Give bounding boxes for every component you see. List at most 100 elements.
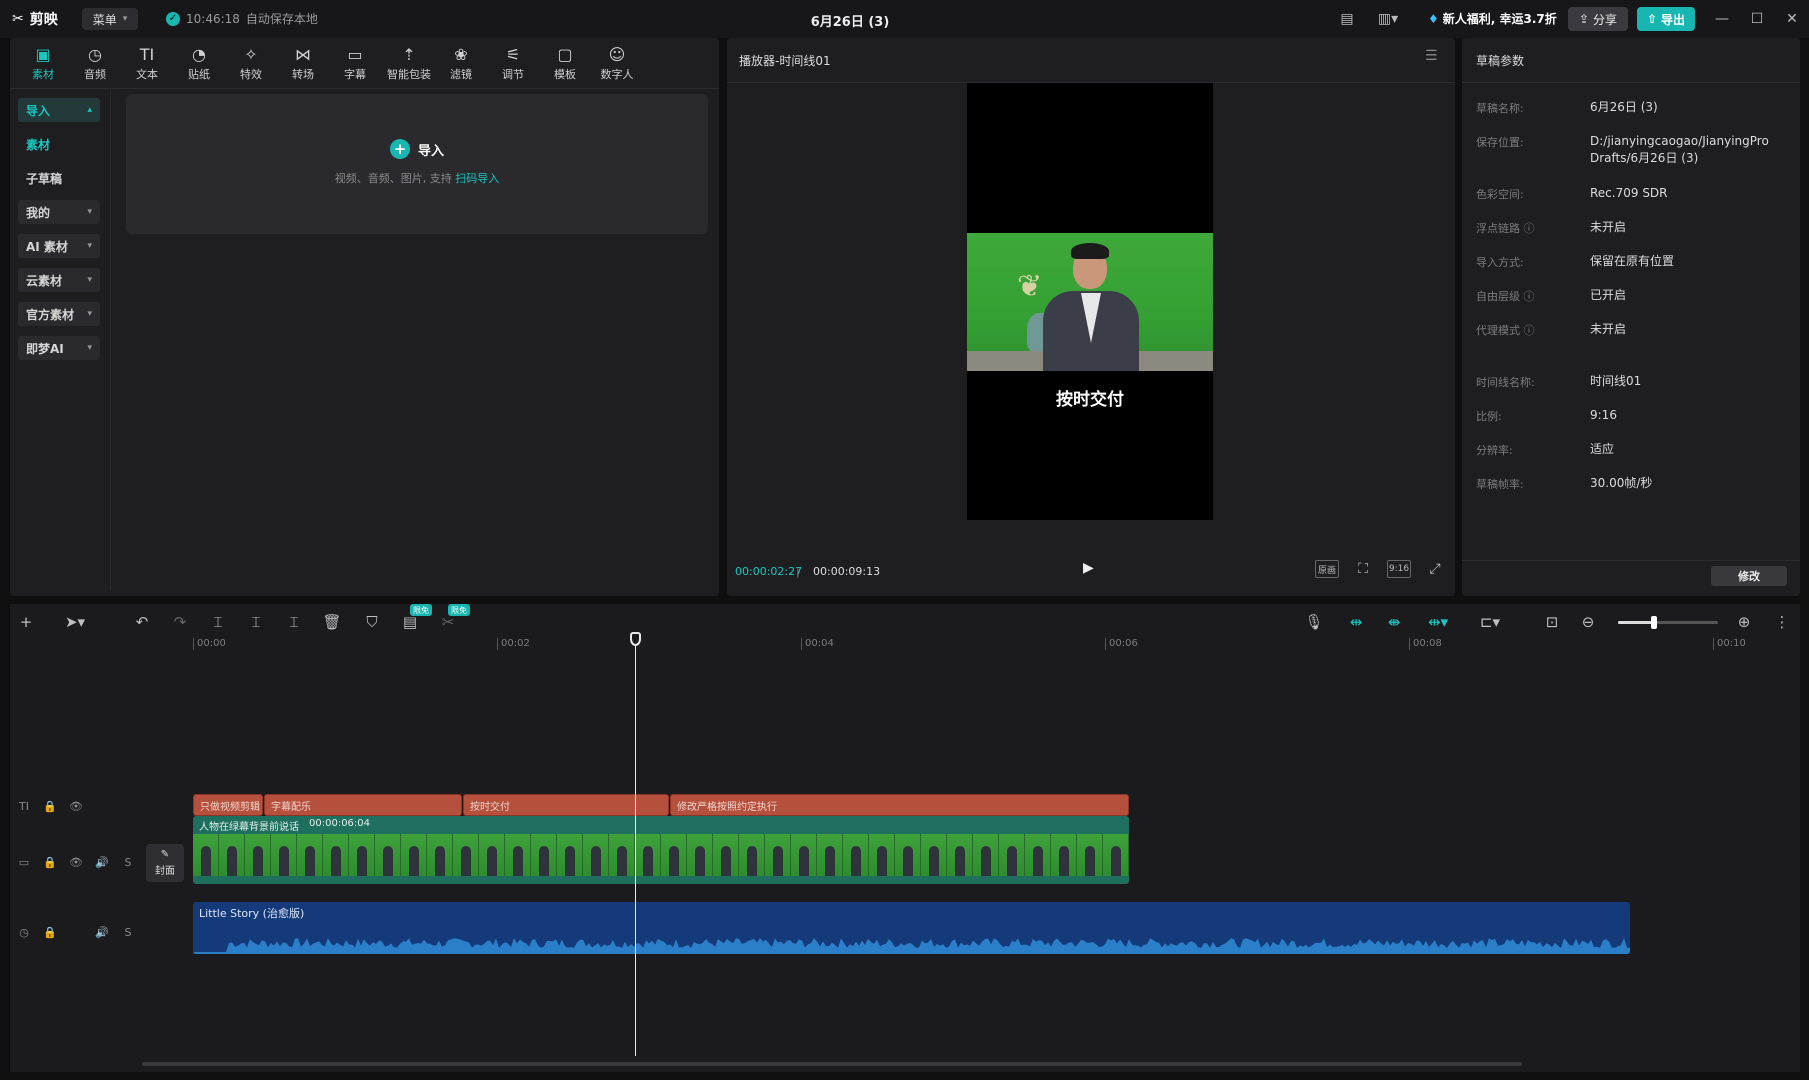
zoom-slider[interactable] — [1618, 616, 1718, 629]
tab-label: 调节 — [502, 67, 524, 81]
marker-icon[interactable]: ⛉ — [360, 610, 384, 634]
fullscreen-icon[interactable]: ⤢ — [1423, 560, 1447, 578]
lock-icon[interactable]: 🔒 — [42, 924, 58, 940]
tab-media[interactable]: ▣ 素材 — [20, 44, 66, 84]
ratio-button[interactable]: 9:16 — [1387, 560, 1411, 578]
add-track-icon[interactable]: + — [14, 610, 38, 634]
video-frame-image: ❦ — [967, 233, 1213, 371]
play-icon[interactable]: ▶ — [1083, 560, 1099, 580]
lock-icon[interactable]: 🔒 — [42, 798, 58, 814]
tab-audio[interactable]: ◷ 音频 — [72, 44, 118, 84]
info-icon[interactable]: ⓘ — [1524, 324, 1535, 337]
split-left-icon[interactable]: ⌶ — [244, 610, 268, 634]
promo-banner[interactable]: ♦ 新人福利, 幸运3.7折 — [1428, 10, 1557, 27]
nav-import[interactable]: 导入 ▴ — [18, 98, 100, 122]
tab-digital-human[interactable]: ☺ 数字人 — [594, 44, 640, 84]
solo-icon[interactable]: S — [120, 924, 136, 940]
playhead[interactable] — [635, 636, 636, 1056]
ruler-tick: 00:06 — [1105, 638, 1138, 650]
text-clip[interactable]: 字幕配乐 — [264, 794, 462, 816]
nav-label: 子草稿 — [26, 171, 63, 186]
delete-icon[interactable]: 🗑 — [320, 610, 344, 634]
nav-official-media[interactable]: 官方素材 ▾ — [18, 302, 100, 326]
video-thumbnail — [505, 834, 531, 876]
zoom-slider-fill — [1618, 621, 1654, 624]
export-button[interactable]: ⇧ 导出 — [1637, 7, 1695, 31]
info-icon[interactable]: ⓘ — [1524, 222, 1535, 235]
param-value: Rec.709 SDR — [1590, 186, 1668, 200]
main-track-magnet-icon[interactable]: ⇹ — [1344, 610, 1368, 634]
nav-media[interactable]: 素材 — [18, 132, 100, 156]
video-clip[interactable]: 人物在绿幕背景前说话 00:00:06:04 — [193, 816, 1129, 884]
timeline-panel: + ➤▾ ↶ ↷ ⌶ ⌶ ⌶ 🗑 ⛉ ▤ 限免 ✂ 限免 🎙 ⇹ ⇼ ⇹▾ ⊏▾… — [10, 604, 1800, 1072]
volume-icon[interactable]: 🔊 — [94, 854, 110, 870]
split-right-icon[interactable]: ⌶ — [282, 610, 306, 634]
nav-label: 即梦AI — [26, 341, 64, 356]
tab-smart-pack[interactable]: ⇡ 智能包装 — [382, 44, 436, 84]
eye-icon[interactable]: 👁 — [68, 854, 84, 870]
zoom-slider-handle[interactable] — [1651, 616, 1657, 629]
share-icon: ⇪ — [1578, 12, 1590, 26]
menu-icon[interactable]: ☰ — [1425, 48, 1438, 64]
tab-adjust[interactable]: ⚟ 调节 — [490, 44, 536, 84]
text-clip[interactable]: 只做视频剪辑 — [193, 794, 263, 816]
playhead-handle[interactable] — [630, 632, 641, 646]
video-preview[interactable]: ❦ 按时交付 — [967, 83, 1213, 520]
text-clip[interactable]: 修改严格按照约定执行 — [670, 794, 1129, 816]
info-icon[interactable]: ⓘ — [1524, 290, 1535, 303]
import-dropzone[interactable]: + 导入 视频、音频、图片, 支持 扫码导入 — [126, 94, 708, 234]
video-thumbnail — [427, 834, 453, 876]
volume-icon[interactable]: 🔊 — [94, 924, 110, 940]
tab-template[interactable]: ▢ 模板 — [542, 44, 588, 84]
tab-filter[interactable]: ❀ 滤镜 — [438, 44, 484, 84]
video-thumbnail — [271, 834, 297, 876]
nav-cloud-media[interactable]: 云素材 ▾ — [18, 268, 100, 292]
more-icon[interactable]: ⋮ — [1770, 610, 1794, 634]
layout-icon[interactable]: ▥▾ — [1370, 9, 1406, 29]
nav-sub-draft[interactable]: 子草稿 — [18, 166, 100, 190]
lock-icon[interactable]: 🔒 — [42, 854, 58, 870]
tab-text[interactable]: TI 文本 — [124, 44, 170, 84]
share-button[interactable]: ⇪ 分享 — [1568, 7, 1628, 31]
import-button[interactable]: + 导入 — [126, 139, 708, 159]
original-quality-button[interactable]: 原画 — [1315, 560, 1339, 578]
minimize-icon[interactable]: — — [1710, 8, 1734, 30]
tab-sticker[interactable]: ◔ 贴纸 — [176, 44, 222, 84]
eye-icon[interactable]: 👁 — [68, 798, 84, 814]
zoom-out-icon[interactable]: ⊖ — [1576, 610, 1600, 634]
fit-screen-icon[interactable]: ⛶ — [1351, 560, 1375, 578]
split-icon[interactable]: ⌶ — [206, 610, 230, 634]
close-icon[interactable]: ✕ — [1780, 8, 1804, 30]
text-clip[interactable]: 按时交付 — [463, 794, 669, 816]
shortcut-icon[interactable]: ▤ — [1336, 9, 1358, 29]
microphone-icon[interactable]: 🎙 — [1302, 610, 1326, 634]
audio-track-icon: ◷ — [19, 925, 29, 939]
auto-snap-icon[interactable]: ⇼ — [1382, 610, 1406, 634]
tab-transition[interactable]: ⋈ 转场 — [280, 44, 326, 84]
tab-caption[interactable]: ▭ 字幕 — [332, 44, 378, 84]
fit-timeline-icon[interactable]: ⊡ — [1540, 610, 1564, 634]
undo-icon[interactable]: ↶ — [130, 610, 154, 634]
audio-clip[interactable]: Little Story (治愈版) — [193, 902, 1630, 954]
link-icon[interactable]: ⇹▾ — [1420, 610, 1456, 634]
scan-import-link[interactable]: 扫码导入 — [455, 172, 499, 185]
solo-icon[interactable]: S — [120, 854, 136, 870]
select-tool-icon[interactable]: ➤▾ — [58, 610, 92, 634]
modify-button[interactable]: 修改 — [1711, 566, 1787, 586]
tab-label: 贴纸 — [188, 67, 210, 81]
tab-label: 音频 — [84, 67, 106, 81]
nav-jimeng-ai[interactable]: 即梦AI ▾ — [18, 336, 100, 360]
zoom-in-icon[interactable]: ⊕ — [1732, 610, 1756, 634]
maximize-icon[interactable]: ☐ — [1745, 8, 1769, 30]
chevron-down-icon: ▾ — [87, 207, 92, 217]
ruler-tick: 00:04 — [801, 638, 834, 650]
horizontal-scrollbar[interactable] — [142, 1062, 1522, 1066]
preview-axis-icon[interactable]: ⊏▾ — [1472, 610, 1508, 634]
player-panel: 播放器-时间线01 ☰ ❦ 按时交付 00:00:02:27 | 00:00:0… — [727, 38, 1455, 596]
tab-effects[interactable]: ✧ 特效 — [228, 44, 274, 84]
nav-mine[interactable]: 我的 ▾ — [18, 200, 100, 224]
cover-button[interactable]: ✎ 封面 — [146, 844, 184, 882]
nav-ai-media[interactable]: AI 素材 ▾ — [18, 234, 100, 258]
redo-icon[interactable]: ↷ — [168, 610, 192, 634]
menu-button[interactable]: 菜单 ▾ — [82, 8, 138, 30]
